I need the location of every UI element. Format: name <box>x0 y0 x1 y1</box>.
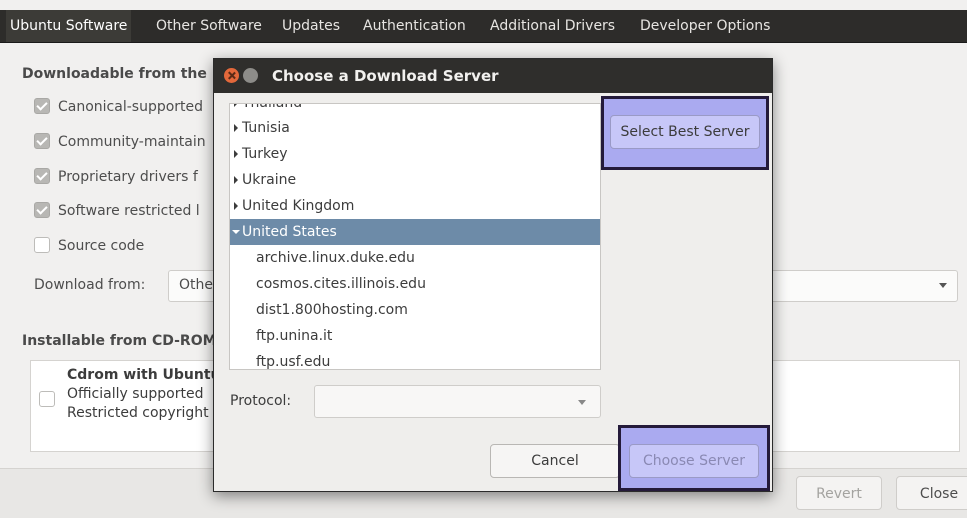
dialog-titlebar: Choose a Download Server <box>214 59 772 93</box>
revert-button[interactable]: Revert <box>796 476 882 510</box>
cdrom-title: Cdrom with Ubuntu <box>67 367 221 383</box>
server-label: dist1.800hosting.com <box>256 302 408 318</box>
tab-other-software[interactable]: Other Software <box>156 10 262 42</box>
chevron-down-icon <box>578 400 586 405</box>
close-icon[interactable] <box>224 68 239 83</box>
tab-ubuntu-software[interactable]: Ubuntu Software <box>6 10 132 42</box>
tree-row-server[interactable]: ftp.unina.it <box>230 323 600 349</box>
checkbox-box[interactable] <box>34 202 50 218</box>
checkbox-box[interactable] <box>34 237 50 253</box>
protocol-label: Protocol: <box>230 393 292 409</box>
choose-server-button[interactable]: Choose Server <box>629 444 759 478</box>
expander-icon[interactable] <box>234 176 238 184</box>
checkbox-label: Software restricted l <box>58 203 200 219</box>
country-label: United Kingdom <box>242 198 355 214</box>
choose-server-dialog: Choose a Download Server Thailand Tunisi… <box>213 58 773 492</box>
protocol-select[interactable] <box>314 385 601 418</box>
server-label: ftp.unina.it <box>256 328 333 344</box>
checkbox-label: Community-maintain <box>58 134 206 150</box>
tab-authentication[interactable]: Authentication <box>363 10 466 42</box>
server-label: archive.linux.duke.edu <box>256 250 415 266</box>
checkbox-label: Proprietary drivers f <box>58 169 198 185</box>
server-tree[interactable]: Thailand Tunisia Turkey Ukraine United K… <box>229 103 601 370</box>
select-best-server-button[interactable]: Select Best Server <box>610 115 760 149</box>
country-label: Ukraine <box>242 172 297 188</box>
tab-bar: Ubuntu Software Other Software Updates A… <box>0 10 967 43</box>
tree-row-country[interactable]: Turkey <box>230 141 600 167</box>
tree-row-server[interactable]: dist1.800hosting.com <box>230 297 600 323</box>
checkbox-box[interactable] <box>34 98 50 114</box>
downloadable-heading: Downloadable from the <box>22 66 207 82</box>
tree-row-server[interactable]: archive.linux.duke.edu <box>230 245 600 271</box>
download-from-label: Download from: <box>34 277 146 293</box>
highlight-select-best: Select Best Server <box>601 96 769 170</box>
country-label: Turkey <box>242 146 288 162</box>
tab-additional-drivers[interactable]: Additional Drivers <box>490 10 615 42</box>
server-label: ftp.usf.edu <box>256 354 331 370</box>
expander-icon[interactable] <box>234 104 238 107</box>
tree-row-country[interactable]: Tunisia <box>230 115 600 141</box>
installable-heading: Installable from CD-ROM <box>22 333 217 349</box>
tab-developer-options[interactable]: Developer Options <box>640 10 770 42</box>
tree-row-server[interactable]: cosmos.cites.illinois.edu <box>230 271 600 297</box>
cancel-button[interactable]: Cancel <box>490 444 620 478</box>
server-label: cosmos.cites.illinois.edu <box>256 276 426 292</box>
cdrom-line: Restricted copyright <box>67 405 209 421</box>
country-label: United States <box>242 224 337 240</box>
tree-row-server[interactable]: ftp.usf.edu <box>230 349 600 370</box>
expander-icon[interactable] <box>234 202 238 210</box>
tree-row-country-selected[interactable]: United States <box>230 219 600 245</box>
minimize-icon[interactable] <box>243 68 258 83</box>
checkbox-label: Canonical-supported <box>58 99 204 115</box>
download-from-value: Othe <box>179 277 213 293</box>
expander-icon[interactable] <box>234 124 238 132</box>
checkbox-label: Source code <box>58 238 145 254</box>
checkbox-box[interactable] <box>34 168 50 184</box>
highlight-choose-server: Choose Server <box>618 425 770 491</box>
tab-updates[interactable]: Updates <box>282 10 340 42</box>
tree-row-country[interactable]: United Kingdom <box>230 193 600 219</box>
close-button[interactable]: Close <box>896 476 967 510</box>
country-label: Tunisia <box>242 120 290 136</box>
checkbox-box[interactable] <box>34 133 50 149</box>
chevron-down-icon <box>939 283 947 288</box>
cdrom-line: Officially supported <box>67 386 204 402</box>
tree-row-country[interactable]: Ukraine <box>230 167 600 193</box>
dialog-title: Choose a Download Server <box>272 67 499 85</box>
expander-icon[interactable] <box>234 150 238 158</box>
expander-icon[interactable] <box>232 230 240 234</box>
cdrom-checkbox[interactable] <box>39 391 55 407</box>
